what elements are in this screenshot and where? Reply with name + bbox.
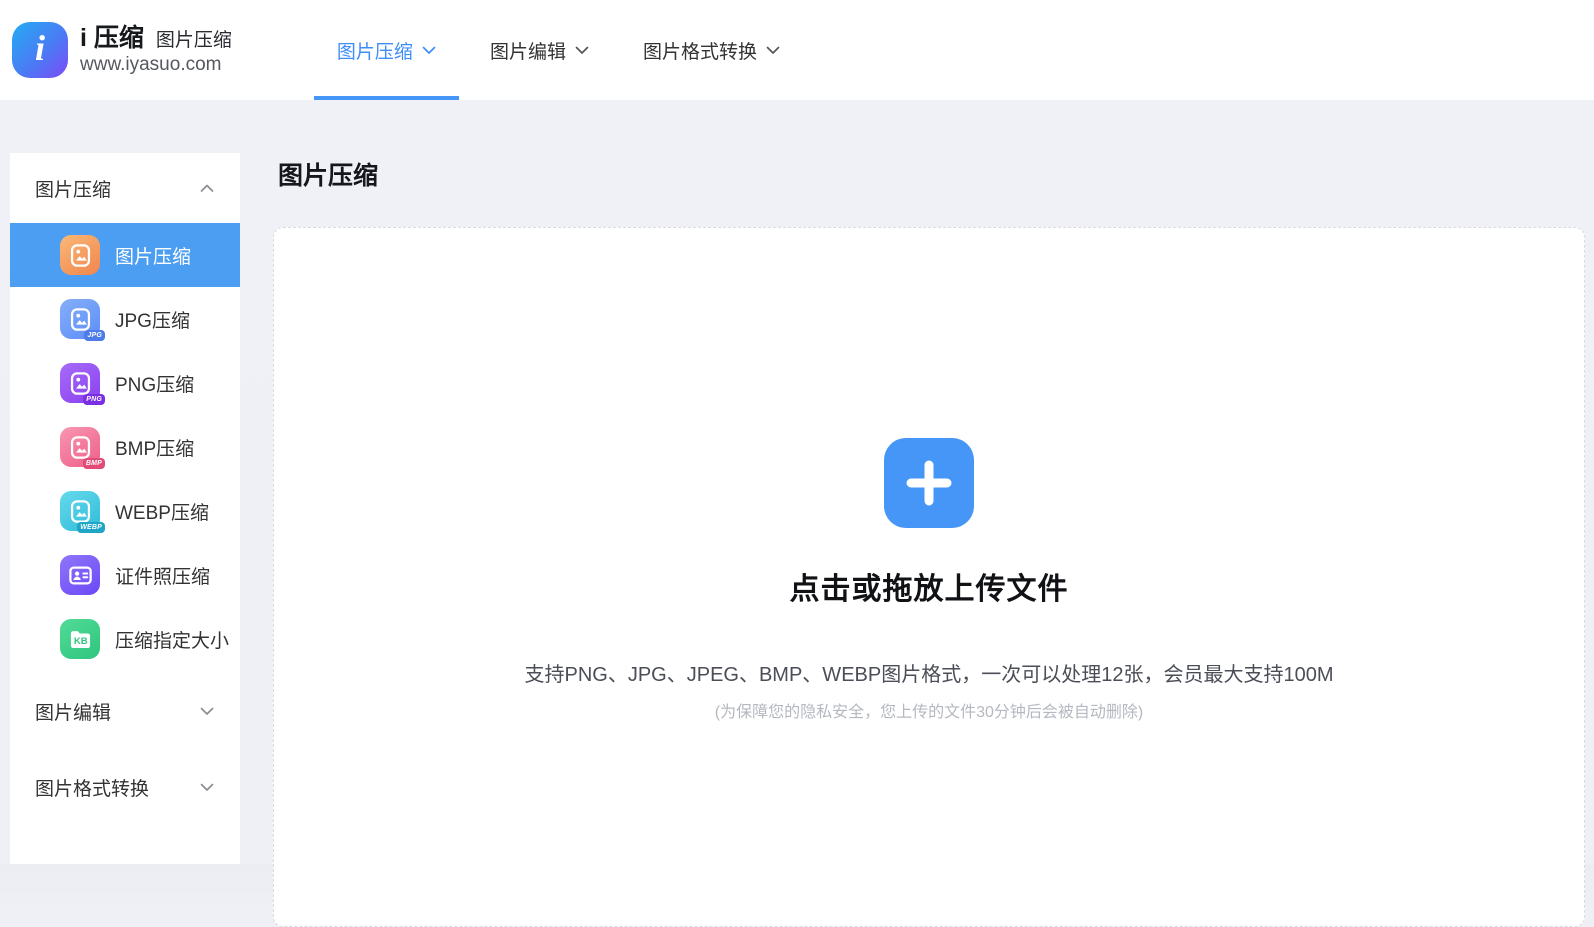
sidebar-item-label: BMP压缩 — [115, 434, 194, 461]
site-logo[interactable]: i i 压缩图片压缩 www.iyasuo.com — [0, 22, 232, 78]
logo-icon: i — [12, 22, 68, 78]
id-photo-icon — [60, 555, 100, 595]
sidebar-item-label: PNG压缩 — [115, 370, 194, 397]
sidebar-item-label: WEBP压缩 — [115, 498, 209, 525]
header: i i 压缩图片压缩 www.iyasuo.com 图片压缩 图片编辑 图片格式… — [0, 0, 1594, 100]
upload-plus-button[interactable] — [884, 438, 974, 528]
format-badge: PNG — [83, 394, 105, 405]
sidebar-item-id-photo-compress[interactable]: 证件照压缩 — [10, 543, 240, 607]
chevron-down-icon — [422, 46, 436, 55]
jpg-compress-icon: JPG — [60, 299, 100, 339]
sidebar-group-format-convert[interactable]: 图片格式转换 — [10, 751, 240, 823]
chevron-down-icon — [200, 783, 214, 792]
group-label: 图片编辑 — [35, 698, 111, 725]
chevron-up-icon — [200, 184, 214, 193]
chevron-down-icon — [766, 46, 780, 55]
page-title: 图片压缩 — [278, 156, 378, 192]
webp-compress-icon: WEBP — [60, 491, 100, 531]
sidebar-item-label: 图片压缩 — [115, 242, 191, 269]
brand-line: i 压缩图片压缩 — [80, 24, 232, 53]
sidebar: 图片压缩 图片压缩 JPG JPG压缩 PNG PNG压缩 BMP BMP压缩 — [10, 153, 240, 864]
sidebar-item-label: 证件照压缩 — [115, 562, 210, 589]
sidebar-group-image-compress[interactable]: 图片压缩 — [10, 153, 240, 223]
upload-dropzone[interactable]: 点击或拖放上传文件 支持PNG、JPG、JPEG、BMP、WEBP图片格式，一次… — [273, 227, 1585, 927]
plus-icon — [902, 456, 956, 510]
nav-label: 图片格式转换 — [643, 37, 757, 64]
sidebar-item-compress-to-size[interactable]: KB 压缩指定大小 — [10, 607, 240, 671]
kb-folder-icon: KB — [60, 619, 100, 659]
group-label: 图片格式转换 — [35, 774, 149, 801]
sidebar-item-image-compress[interactable]: 图片压缩 — [10, 223, 240, 287]
sidebar-item-bmp-compress[interactable]: BMP BMP压缩 — [10, 415, 240, 479]
upload-support-text: 支持PNG、JPG、JPEG、BMP、WEBP图片格式，一次可以处理12张，会员… — [525, 658, 1334, 687]
brand-tagline: 图片压缩 — [156, 30, 232, 51]
nav-item-image-compress[interactable]: 图片压缩 — [310, 0, 463, 100]
sidebar-item-label: 压缩指定大小 — [115, 626, 229, 653]
brand-name: i 压缩 — [80, 24, 144, 52]
upload-heading: 点击或拖放上传文件 — [790, 564, 1069, 608]
logo-text: i 压缩图片压缩 www.iyasuo.com — [80, 24, 232, 76]
kb-label: KB — [73, 635, 87, 646]
sidebar-item-png-compress[interactable]: PNG PNG压缩 — [10, 351, 240, 415]
format-badge: WEBP — [77, 522, 105, 533]
sidebar-item-jpg-compress[interactable]: JPG JPG压缩 — [10, 287, 240, 351]
image-compress-icon — [60, 235, 100, 275]
logo-letter: i — [35, 27, 45, 69]
nav-label: 图片编辑 — [490, 37, 566, 64]
upload-privacy-text: (为保障您的隐私安全，您上传的文件30分钟后会被自动删除) — [715, 698, 1143, 722]
top-nav: 图片压缩 图片编辑 图片格式转换 — [310, 0, 807, 100]
site-url: www.iyasuo.com — [80, 54, 232, 76]
nav-item-image-edit[interactable]: 图片编辑 — [463, 0, 616, 100]
nav-label: 图片压缩 — [337, 37, 413, 64]
format-badge: JPG — [84, 330, 105, 341]
nav-item-format-convert[interactable]: 图片格式转换 — [616, 0, 807, 100]
png-compress-icon: PNG — [60, 363, 100, 403]
chevron-down-icon — [575, 46, 589, 55]
group-label: 图片压缩 — [35, 175, 111, 202]
chevron-down-icon — [200, 707, 214, 716]
format-badge: BMP — [83, 458, 105, 469]
sidebar-group-image-edit[interactable]: 图片编辑 — [10, 675, 240, 747]
bmp-compress-icon: BMP — [60, 427, 100, 467]
sidebar-item-label: JPG压缩 — [115, 306, 190, 333]
sidebar-item-webp-compress[interactable]: WEBP WEBP压缩 — [10, 479, 240, 543]
